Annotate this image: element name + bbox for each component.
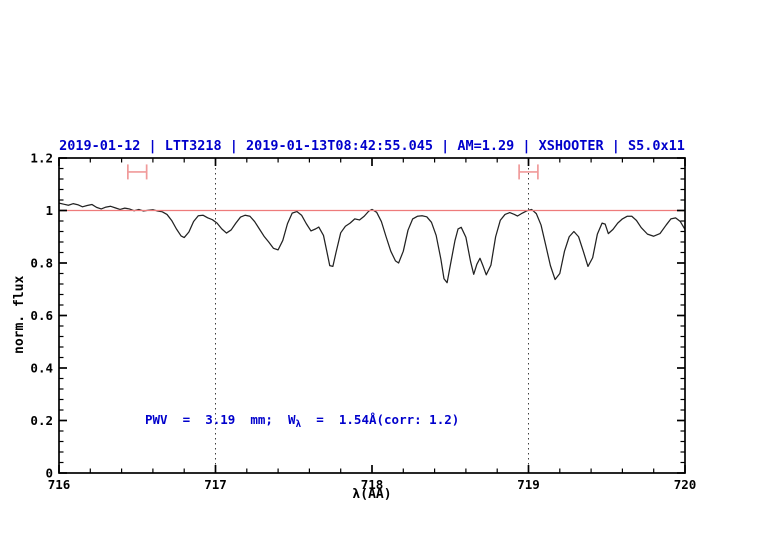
y-axis-tick-label: 0.8 (30, 256, 53, 271)
spectrum-figure: 2019-01-12 | LTT3218 | 2019-01-13T08:42:… (0, 0, 782, 542)
x-axis-label: λ(AA) (352, 487, 392, 502)
y-axis-tick-label: 0.6 (30, 308, 53, 323)
y-axis-tick-label: 0 (45, 466, 53, 481)
y-axis-tick-label: 0.2 (30, 413, 53, 428)
y-axis-tick-label: 1 (45, 203, 53, 218)
y-axis-label: norm. flux (12, 275, 27, 355)
spectrum-line (58, 202, 686, 284)
y-axis-tick-label: 0.4 (30, 361, 53, 376)
spectrum-plot-canvas: 716 717 718 719 72000.20.40.60.811.2 (30, 151, 696, 493)
pwv-annotation-part1: PWV = 3.19 mm; W (145, 412, 296, 427)
y-axis-tick-label: 1.2 (30, 151, 53, 166)
pwv-annotation-part2: = 1.54Å(corr: 1.2) (301, 412, 460, 427)
pwv-annotation: PWV = 3.19 mm; Wλ = 1.54Å(corr: 1.2) (145, 412, 459, 430)
